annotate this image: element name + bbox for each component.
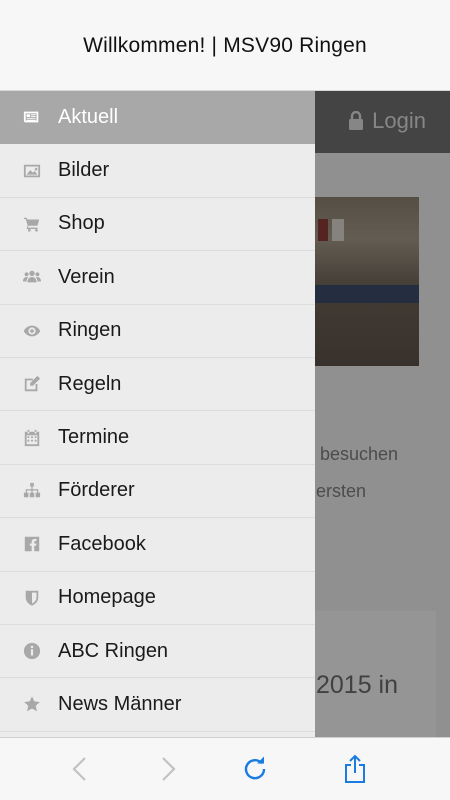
newspaper-icon xyxy=(22,107,42,127)
menu-item-label: Facebook xyxy=(58,532,146,555)
menu-item-label: Förderer xyxy=(58,479,135,502)
menu-item-label: Shop xyxy=(58,212,105,235)
menu-item-termine[interactable]: Termine xyxy=(0,411,315,465)
edit-icon xyxy=(22,374,42,394)
menu-item-label: News Männer xyxy=(58,692,182,715)
menu-item-homepage[interactable]: Homepage xyxy=(0,572,315,625)
menu-item-abc-ringen[interactable]: ABC Ringen xyxy=(0,625,315,679)
back-button[interactable] xyxy=(64,752,98,786)
menu-item-news-maenner[interactable]: News Männer xyxy=(0,678,315,732)
browser-toolbar xyxy=(0,737,450,800)
users-icon xyxy=(22,267,42,287)
reload-button[interactable] xyxy=(238,752,272,786)
share-button[interactable] xyxy=(338,752,372,786)
menu-item-label: Verein xyxy=(58,265,115,288)
menu-item-label: ABC Ringen xyxy=(58,639,169,662)
forward-arrow-icon xyxy=(162,757,176,781)
share-icon xyxy=(345,754,365,783)
menu-item-aktuell[interactable]: Aktuell xyxy=(0,91,315,145)
menu-item-label: Ringen xyxy=(58,319,122,342)
star-icon xyxy=(22,694,42,714)
menu-item-bilder[interactable]: Bilder xyxy=(0,144,315,198)
menu-item-ringen[interactable]: Ringen xyxy=(0,305,315,358)
calendar-icon xyxy=(22,428,42,448)
menu-item-regeln[interactable]: Regeln xyxy=(0,358,315,412)
forward-button[interactable] xyxy=(150,752,184,786)
menu-item-verein[interactable]: Verein xyxy=(0,251,315,305)
menu-item-foerderer[interactable]: Förderer xyxy=(0,465,315,519)
sitemap-icon xyxy=(22,481,42,501)
window-title: Willkommen! | MSV90 Ringen xyxy=(0,0,450,91)
menu-item-label: Bilder xyxy=(58,159,110,182)
facebook-icon xyxy=(22,534,42,554)
menu-item-label: Regeln xyxy=(58,372,122,395)
info-icon xyxy=(22,641,42,661)
cart-icon xyxy=(22,214,42,234)
image-icon xyxy=(22,161,42,181)
menu-item-facebook[interactable]: Facebook xyxy=(0,518,315,572)
eye-icon xyxy=(22,321,42,341)
menu-item-label: Termine xyxy=(58,426,130,449)
side-menu: Aktuell Bilder Shop Verein Ringen Regeln… xyxy=(0,91,315,737)
menu-item-label: Aktuell xyxy=(58,105,119,128)
shield-icon xyxy=(22,588,42,608)
menu-item-shop[interactable]: Shop xyxy=(0,198,315,252)
menu-item-label: Homepage xyxy=(58,586,156,609)
back-arrow-icon xyxy=(72,757,86,781)
reload-icon xyxy=(244,756,266,780)
